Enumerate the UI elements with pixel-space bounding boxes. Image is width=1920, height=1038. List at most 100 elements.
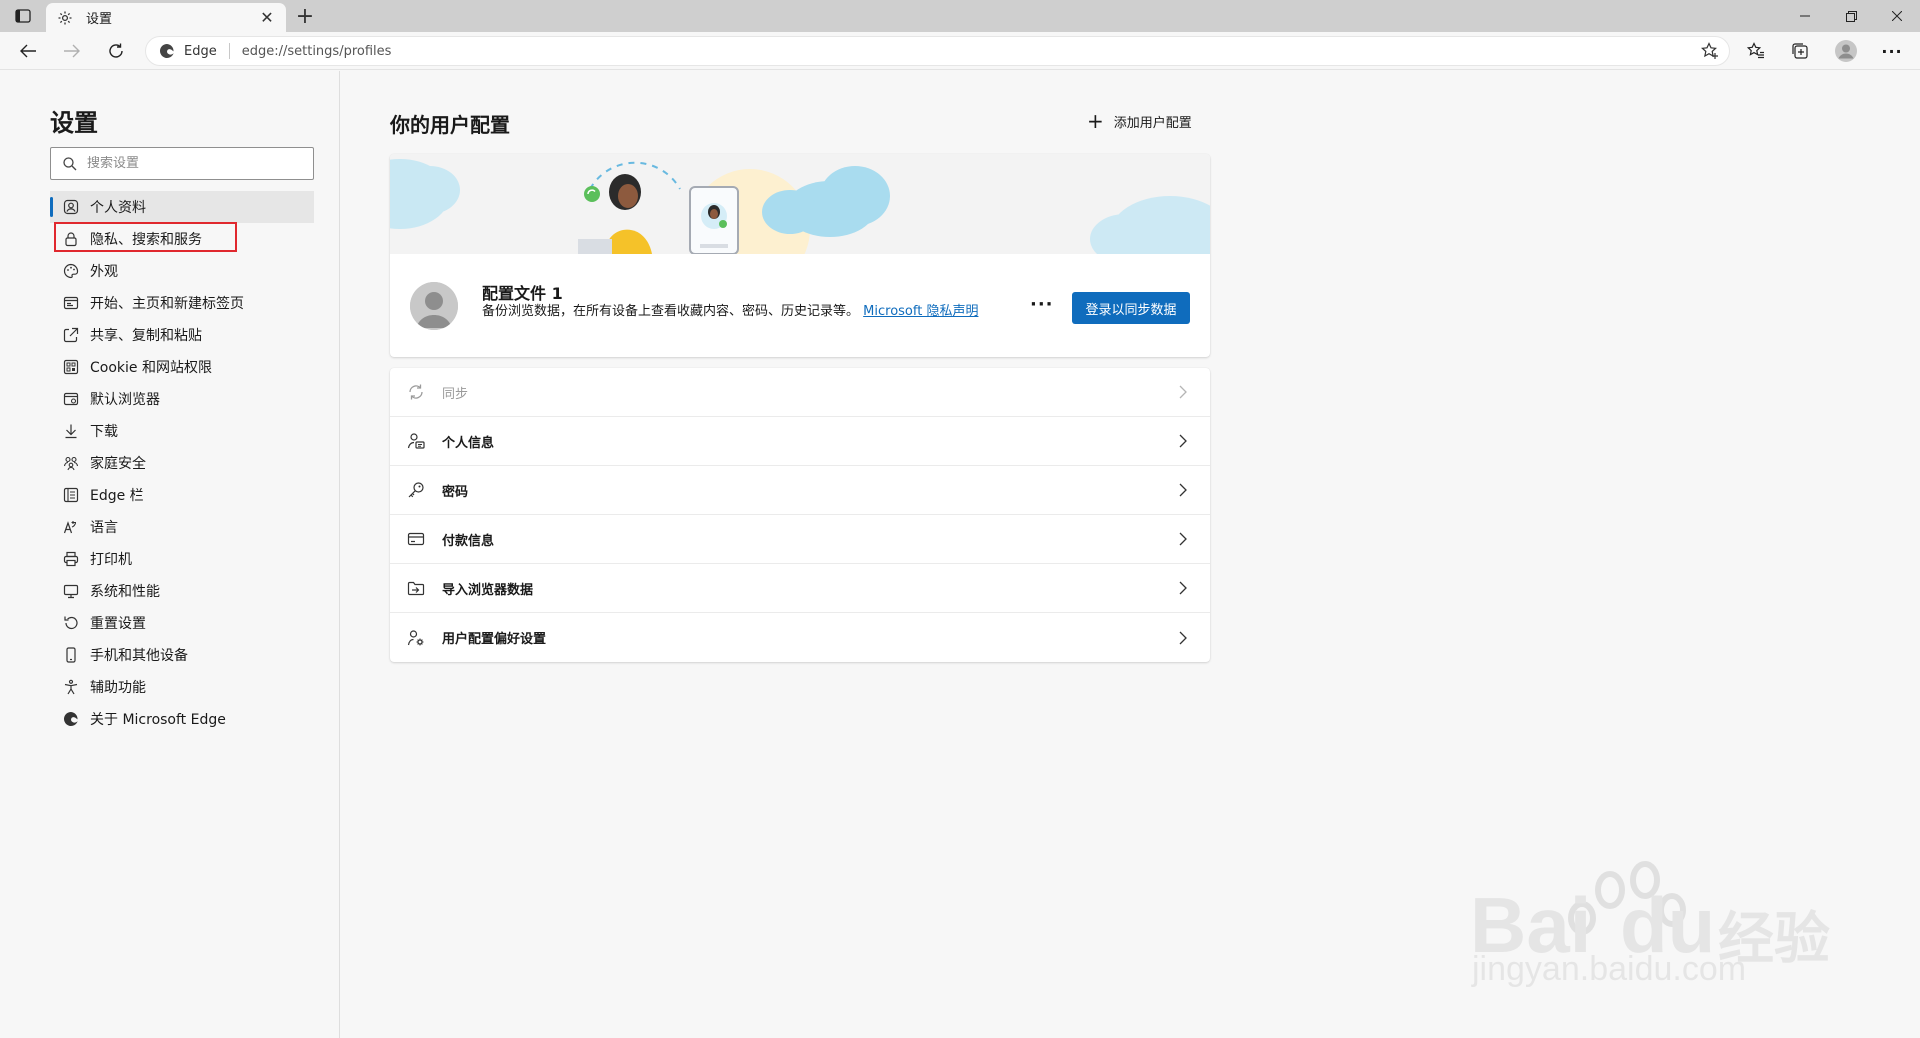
- tab-settings[interactable]: 设置 ✕: [46, 3, 286, 32]
- sidebar-item-label: 手机和其他设备: [90, 648, 188, 664]
- profile-icon: [62, 198, 80, 216]
- key-icon: [406, 480, 426, 500]
- row-import-browser-data[interactable]: 导入浏览器数据: [390, 564, 1210, 613]
- avatar: [410, 282, 458, 330]
- new-tab-button[interactable]: +: [293, 4, 317, 29]
- sidebar-item-label: 默认浏览器: [90, 392, 160, 408]
- chevron-right-icon: [1168, 529, 1198, 549]
- sidebar-item-appearance[interactable]: 外观: [50, 255, 314, 287]
- address-url[interactable]: edge://settings/profiles: [242, 44, 1695, 59]
- close-tab-icon[interactable]: ✕: [258, 8, 276, 27]
- sidebar-item-label: 个人资料: [90, 200, 146, 216]
- favorites-icon: [1747, 42, 1764, 59]
- profile-more-button[interactable]: ···: [1030, 294, 1054, 315]
- sidebar-item-phone[interactable]: 手机和其他设备: [50, 639, 314, 671]
- row-sync[interactable]: 同步: [390, 368, 1210, 417]
- sidebar-title: 设置: [50, 109, 98, 137]
- profile-row: 配置文件 1 备份浏览数据，在所有设备上查看收藏内容、密码、历史记录等。 Mic…: [390, 254, 1210, 357]
- signin-sync-button[interactable]: 登录以同步数据: [1072, 292, 1190, 324]
- sidebar-item-label: 下载: [90, 424, 118, 440]
- sidebar-item-label: 语言: [90, 520, 118, 536]
- sidebar-item-family[interactable]: 家庭安全: [50, 447, 314, 479]
- sidebar-item-languages[interactable]: 语言: [50, 511, 314, 543]
- sidebar-item-label: 辅助功能: [90, 680, 146, 696]
- tab-title: 设置: [86, 12, 113, 27]
- sync-icon: [406, 382, 426, 402]
- sidebar-item-about[interactable]: 关于 Microsoft Edge: [50, 703, 314, 735]
- sidebar-item-label: Edge 栏: [90, 488, 144, 504]
- row-label: 个人信息: [442, 435, 495, 451]
- collections-icon: [1792, 43, 1808, 59]
- back-button[interactable]: [14, 37, 42, 65]
- download-icon: [62, 422, 80, 440]
- refresh-icon: [109, 43, 123, 58]
- appearance-icon: [62, 262, 80, 280]
- chevron-right-icon: [1168, 431, 1198, 451]
- sidebar-item-system[interactable]: 系统和性能: [50, 575, 314, 607]
- sidebar-item-label: 家庭安全: [90, 456, 146, 472]
- card-icon: [406, 529, 426, 549]
- row-passwords[interactable]: 密码: [390, 466, 1210, 515]
- profile-settings-list: 同步 个人信息 密码 付款信息 导入浏览器数据 用户配置偏好设置: [390, 368, 1210, 662]
- sidebar-item-accessibility[interactable]: 辅助功能: [50, 671, 314, 703]
- address-bar[interactable]: Edge edge://settings/profiles: [145, 36, 1730, 66]
- row-profile-preferences[interactable]: 用户配置偏好设置: [390, 613, 1210, 662]
- annotation-highlight-box: [54, 222, 237, 252]
- address-separator: [228, 43, 230, 59]
- privacy-statement-link[interactable]: Microsoft 隐私声明: [863, 304, 978, 319]
- sidebar-item-profiles[interactable]: 个人资料: [50, 191, 314, 223]
- arrow-right-icon: [64, 44, 80, 58]
- share-icon: [62, 326, 80, 344]
- close-window-button[interactable]: [1874, 0, 1920, 32]
- forward-button[interactable]: [58, 37, 86, 65]
- sidebar-item-downloads[interactable]: 下载: [50, 415, 314, 447]
- row-label: 用户配置偏好设置: [442, 632, 547, 647]
- avatar-icon: [410, 282, 458, 330]
- chevron-right-icon: [1168, 628, 1198, 648]
- plus-icon: +: [1087, 109, 1104, 133]
- minimize-button[interactable]: [1782, 0, 1828, 32]
- sidebar-item-reset[interactable]: 重置设置: [50, 607, 314, 639]
- sidebar-item-label: 系统和性能: [90, 584, 160, 600]
- gear-icon: [56, 9, 74, 27]
- more-menu-button[interactable]: ···: [1878, 37, 1906, 65]
- edge-bar-icon: [62, 486, 80, 504]
- restore-icon: [1845, 10, 1857, 22]
- row-payment-info[interactable]: 付款信息: [390, 515, 1210, 564]
- star-add-icon: [1701, 42, 1718, 59]
- tab-actions-icon: [15, 9, 31, 23]
- row-personal-info[interactable]: 个人信息: [390, 417, 1210, 466]
- edge-logo-icon: [62, 710, 80, 728]
- add-favorite-button[interactable]: [1695, 37, 1725, 65]
- sidebar-item-label: 重置设置: [90, 616, 146, 632]
- minimize-icon: [1800, 15, 1810, 17]
- sidebar-item-edge-bar[interactable]: Edge 栏: [50, 479, 314, 511]
- add-profile-button[interactable]: + 添加用户配置: [1087, 109, 1192, 133]
- profile-button[interactable]: [1832, 37, 1860, 65]
- refresh-button[interactable]: [102, 37, 130, 65]
- arrow-left-icon: [20, 44, 36, 58]
- accessibility-icon: [62, 678, 80, 696]
- personal-info-icon: [406, 431, 426, 451]
- collections-button[interactable]: [1786, 37, 1814, 65]
- sidebar-item-label: 开始、主页和新建标签页: [90, 296, 244, 312]
- row-label: 密码: [442, 484, 469, 500]
- ellipsis-icon: ···: [1881, 41, 1903, 61]
- sidebar-item-default-browser[interactable]: 默认浏览器: [50, 383, 314, 415]
- search-input[interactable]: [87, 156, 287, 171]
- sidebar-item-cookies[interactable]: Cookie 和网站权限: [50, 351, 314, 383]
- language-icon: [62, 518, 80, 536]
- search-box[interactable]: [50, 147, 314, 180]
- tab-actions-button[interactable]: [10, 6, 36, 26]
- sidebar-item-start-home[interactable]: 开始、主页和新建标签页: [50, 287, 314, 319]
- browser-icon: [62, 390, 80, 408]
- sidebar-item-share[interactable]: 共享、复制和粘贴: [50, 319, 314, 351]
- chevron-right-icon: [1168, 382, 1198, 402]
- sidebar-item-printers[interactable]: 打印机: [50, 543, 314, 575]
- restore-button[interactable]: [1828, 0, 1874, 32]
- row-label: 同步: [442, 386, 469, 402]
- avatar-icon: [1835, 40, 1857, 62]
- home-icon: [62, 294, 80, 312]
- reset-icon: [62, 614, 80, 632]
- favorites-button[interactable]: [1742, 37, 1770, 65]
